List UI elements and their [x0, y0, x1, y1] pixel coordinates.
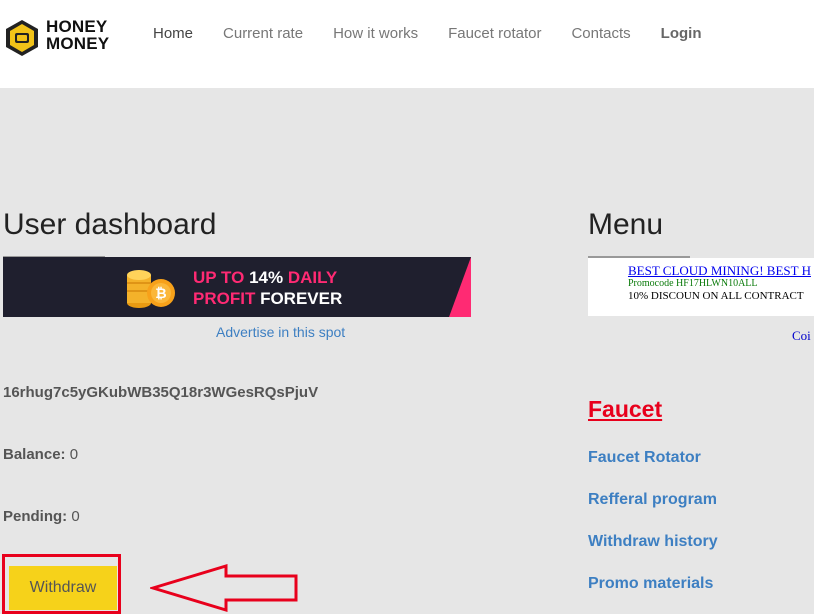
bitcoin-coins-icon: ₿ — [127, 270, 175, 308]
mining-ad-promocode: Promocode HF17HLWN10ALL — [628, 278, 758, 289]
withdraw-button[interactable]: Withdraw — [9, 566, 117, 610]
pending-value: 0 — [71, 508, 80, 525]
svg-text:₿: ₿ — [155, 285, 166, 301]
nav-login[interactable]: Login — [661, 25, 702, 42]
banner-up-to: UP TO — [193, 268, 250, 287]
brand-line1: HONEY — [46, 17, 108, 36]
nav-how-it-works[interactable]: How it works — [333, 25, 418, 42]
mining-ad[interactable]: BEST CLOUD MINING! BEST H Promocode HF17… — [588, 258, 814, 316]
nav-current-rate[interactable]: Current rate — [223, 25, 303, 42]
honeycomb-coin-icon — [6, 20, 38, 56]
promo-banner[interactable]: ₿ UP TO 14% DAILY PROFIT FOREVER — [3, 257, 471, 317]
menu-title: Menu — [588, 208, 664, 241]
site-header: HONEY MONEY Home Current rate How it wor… — [0, 0, 814, 88]
banner-daily: DAILY — [283, 268, 338, 287]
balance-row: Balance: 0 — [3, 446, 78, 463]
pending-row: Pending: 0 — [3, 508, 80, 525]
main-nav: Home Current rate How it works Faucet ro… — [153, 25, 732, 42]
faucet-link[interactable]: Faucet — [588, 396, 662, 423]
banner-profit: PROFIT — [193, 289, 256, 308]
nav-faucet-rotator[interactable]: Faucet rotator — [448, 25, 541, 42]
advertise-link[interactable]: Advertise in this spot — [216, 324, 345, 340]
banner-forever: FOREVER — [255, 289, 343, 308]
banner-accent — [449, 257, 471, 317]
balance-value: 0 — [69, 446, 79, 463]
dashboard-title: User dashboard — [3, 208, 217, 241]
banner-percent: 14% — [249, 268, 284, 287]
brand-line2: MONEY — [46, 34, 110, 53]
mining-ad-discount: 10% DISCOUN ON ALL CONTRACT — [628, 290, 804, 302]
balance-label: Balance: — [3, 446, 66, 463]
menu-faucet-rotator[interactable]: Faucet Rotator — [588, 449, 701, 467]
menu-withdraw-history[interactable]: Withdraw history — [588, 533, 718, 551]
menu-promo-materials[interactable]: Promo materials — [588, 575, 713, 593]
pending-label: Pending: — [3, 508, 68, 525]
nav-home[interactable]: Home — [153, 25, 193, 42]
coin-link[interactable]: Coi — [792, 328, 811, 344]
left-arrow-annotation-icon — [150, 564, 298, 612]
menu-refferal-program[interactable]: Refferal program — [588, 491, 717, 509]
mining-ad-link[interactable]: BEST CLOUD MINING! BEST H — [628, 263, 811, 279]
banner-text: UP TO 14% DAILY PROFIT FOREVER — [193, 267, 342, 309]
wallet-address: 16rhug7c5yGKubWB35Q18r3WGesRQsPjuV — [3, 384, 319, 401]
honey-money-logo[interactable]: HONEY MONEY — [2, 18, 112, 58]
nav-contacts[interactable]: Contacts — [571, 25, 630, 42]
brand-name: HONEY MONEY — [46, 18, 109, 52]
